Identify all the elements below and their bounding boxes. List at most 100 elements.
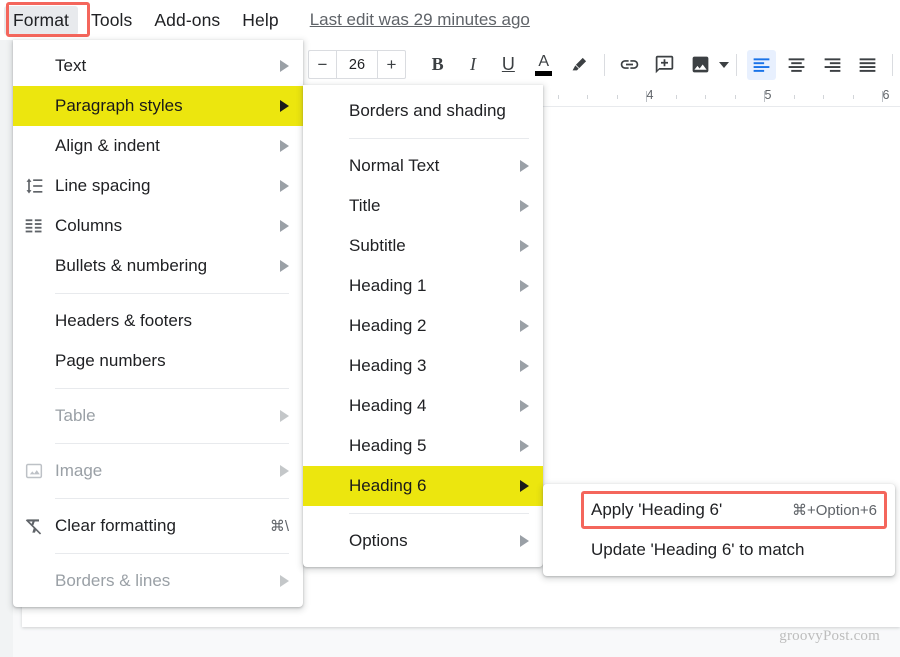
menu-format[interactable]: Format (4, 5, 79, 35)
menu-tools[interactable]: Tools (82, 6, 141, 35)
last-edit-status[interactable]: Last edit was 29 minutes ago (310, 10, 530, 30)
comment-icon (655, 55, 674, 74)
menu-help[interactable]: Help (233, 6, 287, 35)
font-size-decrease-button[interactable]: − (309, 51, 336, 78)
menu-item-paragraph-styles[interactable]: Paragraph styles (13, 86, 303, 126)
menu-item-heading-6[interactable]: Heading 6 (303, 466, 543, 506)
align-left-button[interactable] (746, 49, 777, 80)
submenu-arrow-icon (280, 100, 289, 112)
menu-item-normal-text[interactable]: Normal Text (303, 146, 543, 186)
underline-icon: U (501, 54, 515, 74)
font-size-increase-button[interactable]: + (378, 51, 405, 78)
formatting-toolbar: − 26 + B I U A (300, 42, 900, 87)
menu-item-align-indent[interactable]: Align & indent (13, 126, 303, 166)
menu-item-update-heading-6-to-match[interactable]: Update 'Heading 6' to match (543, 530, 895, 570)
insert-link-button[interactable] (615, 50, 644, 80)
ruler-minor-tick (557, 95, 559, 99)
menu-item-label: Line spacing (55, 176, 151, 195)
bold-button[interactable]: B (423, 50, 452, 80)
text-color-icon: A (535, 53, 553, 76)
menu-item-apply-heading-6[interactable]: Apply 'Heading 6' ⌘+Option+6 (543, 490, 895, 530)
submenu-arrow-icon (520, 240, 529, 252)
menu-item-label: Bullets & numbering (55, 256, 208, 275)
image-icon (13, 461, 55, 481)
menu-item-heading-5[interactable]: Heading 5 (303, 426, 543, 466)
ruler-minor-tick (705, 95, 706, 99)
menu-item-label: Clear formatting (55, 516, 176, 535)
menu-separator (55, 553, 289, 554)
menu-item-page-numbers[interactable]: Page numbers (13, 341, 303, 381)
menu-item-options[interactable]: Options (303, 521, 543, 561)
submenu-arrow-icon (520, 320, 529, 332)
align-center-button[interactable] (782, 50, 811, 80)
menu-item-subtitle[interactable]: Subtitle (303, 226, 543, 266)
menu-item-label: Apply 'Heading 6' (591, 500, 723, 519)
paragraph-styles-submenu: Borders and shading Normal Text Title Subti… (303, 85, 543, 567)
align-right-icon (824, 58, 840, 72)
submenu-arrow-icon (280, 180, 289, 192)
menu-item-label: Borders and shading (349, 101, 506, 120)
menu-bar: Format Tools Add-ons Help Last edit was … (0, 0, 900, 40)
menu-item-label: Text (55, 56, 87, 75)
menu-item-label: Headers & footers (55, 311, 193, 330)
menu-item-heading-4[interactable]: Heading 4 (303, 386, 543, 426)
menu-separator (55, 443, 289, 444)
font-size-input[interactable]: 26 (336, 51, 378, 78)
submenu-arrow-icon (280, 220, 289, 232)
menu-item-shortcut: ⌘\ (269, 518, 289, 535)
menu-item-heading-3[interactable]: Heading 3 (303, 346, 543, 386)
menu-item-heading-1[interactable]: Heading 1 (303, 266, 543, 306)
bold-icon: B (431, 54, 444, 74)
underline-button[interactable]: U (494, 50, 523, 80)
menu-item-label: Columns (55, 216, 123, 235)
menu-item-title[interactable]: Title (303, 186, 543, 226)
heading6-submenu: Apply 'Heading 6' ⌘+Option+6 Update 'Headi… (543, 484, 895, 576)
menu-item-clear-formatting[interactable]: Clear formatting ⌘\ (13, 506, 303, 546)
submenu-arrow-icon (520, 280, 529, 292)
menu-item-label: Borders & lines (55, 571, 171, 590)
menu-item-label: Title (349, 196, 381, 215)
horizontal-ruler[interactable]: 4 5 6 (540, 87, 900, 107)
italic-button[interactable]: I (458, 50, 487, 80)
menu-separator (349, 138, 529, 139)
menu-item-label: Image (55, 461, 103, 480)
highlight-color-button[interactable] (564, 50, 593, 80)
align-left-icon (753, 58, 770, 72)
menu-item-line-spacing[interactable]: Line spacing (13, 166, 303, 206)
menu-item-label: Heading 3 (349, 356, 427, 375)
menu-separator (55, 498, 289, 499)
align-justify-button[interactable] (853, 50, 882, 80)
google-docs-window: groovyPost.com 456 − 26 + B I U A Format… (0, 0, 900, 657)
link-icon (620, 60, 639, 69)
menu-item-heading-2[interactable]: Heading 2 (303, 306, 543, 346)
text-color-button[interactable]: A (529, 50, 558, 80)
menu-item-bullets-numbering[interactable]: Bullets & numbering (13, 246, 303, 286)
menu-item-columns[interactable]: Columns (13, 206, 303, 246)
menu-add-ons[interactable]: Add-ons (145, 6, 229, 35)
submenu-arrow-icon (520, 440, 529, 452)
submenu-arrow-icon (280, 60, 289, 72)
submenu-arrow-icon (520, 480, 529, 492)
font-size-stepper[interactable]: − 26 + (308, 50, 406, 79)
menu-item-borders-and-shading[interactable]: Borders and shading (303, 91, 543, 131)
insert-image-button[interactable] (685, 50, 714, 80)
clear-formatting-icon (25, 519, 42, 535)
submenu-arrow-icon (520, 160, 529, 172)
add-comment-button[interactable] (650, 50, 679, 80)
align-center-icon (788, 58, 805, 72)
submenu-arrow-icon (520, 535, 529, 547)
submenu-arrow-icon (280, 575, 289, 587)
menu-item-text[interactable]: Text (13, 46, 303, 86)
image-icon (25, 463, 43, 479)
menu-item-headers-footers[interactable]: Headers & footers (13, 301, 303, 341)
line-spacing-icon (13, 176, 55, 196)
italic-icon: I (470, 54, 477, 74)
clear-formatting-icon (13, 516, 55, 536)
menu-item-label: Heading 6 (349, 476, 427, 495)
image-dropdown-chevron-down-icon[interactable] (718, 61, 729, 68)
align-right-button[interactable] (817, 50, 846, 80)
menu-item-borders-lines: Borders & lines (13, 561, 303, 601)
menu-separator (55, 388, 289, 389)
ruler-label: 6 (882, 88, 890, 102)
ruler-label: 5 (764, 88, 772, 102)
